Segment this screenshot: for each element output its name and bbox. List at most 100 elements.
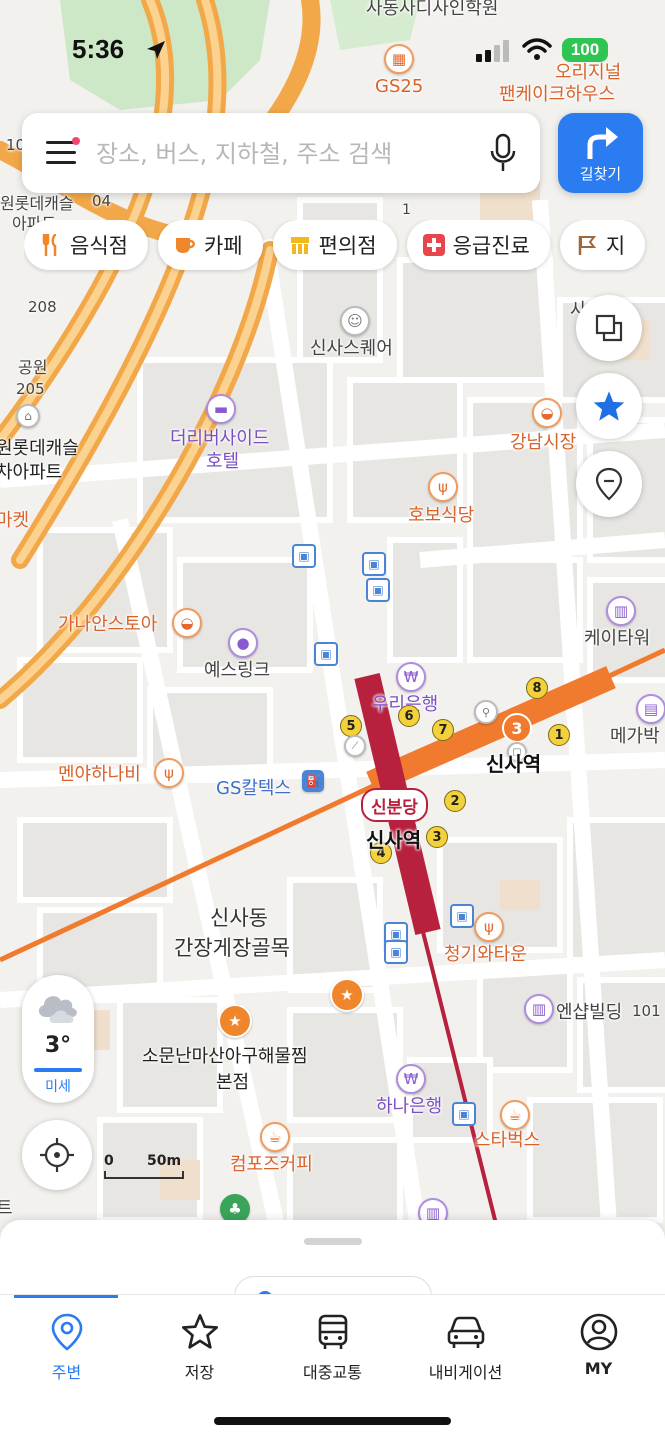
tab-label: MY bbox=[584, 1359, 613, 1378]
tab-saved[interactable]: 저장 bbox=[133, 1311, 266, 1391]
station-exit-2[interactable]: 2 bbox=[444, 790, 466, 812]
cafe-icon[interactable]: ☕ bbox=[260, 1122, 290, 1152]
bus-stop-icon[interactable]: ▣ bbox=[452, 1102, 476, 1126]
status-time: 5:36 bbox=[72, 34, 125, 64]
chip-convenience-store[interactable]: 편의점 bbox=[272, 220, 397, 270]
map-label-num-1: 1 bbox=[402, 202, 411, 218]
fork-knife-icon bbox=[40, 234, 62, 256]
map-label-riverside-2[interactable]: 호텔 bbox=[206, 447, 239, 473]
station-exit-6[interactable]: 6 bbox=[398, 705, 420, 727]
building-icon: ⌂ bbox=[16, 404, 40, 428]
map-label-sinsadong-2: 간장게장골목 bbox=[174, 936, 290, 960]
car-icon bbox=[447, 1316, 484, 1348]
sinbundang-line-badge[interactable]: 신분당 bbox=[361, 788, 428, 822]
star-icon bbox=[181, 1314, 218, 1349]
map-label-hobo[interactable]: 호보식당 bbox=[408, 501, 474, 527]
directions-button[interactable]: 길찾기 bbox=[558, 113, 643, 193]
map-label-k-tower[interactable]: 케이타워 bbox=[584, 624, 650, 650]
tab-label: 저장 bbox=[184, 1363, 215, 1382]
sheet-handle[interactable] bbox=[304, 1238, 362, 1245]
map-label-hana-bank[interactable]: 하나은행 bbox=[376, 1092, 442, 1118]
restaurant-icon[interactable]: ψ bbox=[474, 912, 504, 942]
chip-restaurant[interactable]: 음식점 bbox=[24, 220, 148, 270]
weather-widget[interactable]: 3° 미세 bbox=[22, 975, 94, 1103]
bottom-sheet[interactable] bbox=[0, 1220, 665, 1318]
escalator-icon: ⟋ bbox=[344, 735, 366, 757]
microphone-icon[interactable] bbox=[487, 133, 519, 173]
tab-my[interactable]: MY bbox=[532, 1311, 665, 1391]
tab-transit[interactable]: 대중교통 bbox=[266, 1311, 399, 1391]
bus-stop-icon[interactable]: ▣ bbox=[314, 642, 338, 666]
map-label-nsap[interactable]: 엔샵빌딩 bbox=[556, 998, 622, 1024]
favorites-button[interactable] bbox=[576, 373, 642, 439]
coffee-cup-icon bbox=[174, 234, 196, 256]
location-arrow-icon bbox=[147, 41, 165, 59]
search-bar[interactable] bbox=[22, 113, 540, 193]
chip-cafe[interactable]: 카페 bbox=[157, 220, 263, 270]
star-place-icon[interactable]: ★ bbox=[218, 1004, 252, 1038]
star-place-icon[interactable]: ★ bbox=[330, 978, 364, 1012]
map-label-somunnan-2[interactable]: 본점 bbox=[216, 1068, 249, 1094]
restaurant-icon[interactable]: ψ bbox=[154, 758, 184, 788]
bus-stop-icon[interactable]: ▣ bbox=[450, 904, 474, 928]
tab-navigation[interactable]: 내비게이션 bbox=[399, 1311, 532, 1391]
station-exit-1[interactable]: 1 bbox=[548, 724, 570, 746]
cinema-icon[interactable]: ▤ bbox=[636, 694, 665, 724]
tab-nearby[interactable]: 주변 bbox=[0, 1311, 133, 1391]
map-label-menya[interactable]: 멘야하나비 bbox=[58, 760, 141, 786]
current-location-button[interactable] bbox=[22, 1120, 92, 1190]
office-building-icon[interactable]: ▥ bbox=[606, 596, 636, 626]
map-label-somunnan-1[interactable]: 소문난마산아구해물찜 bbox=[142, 1042, 308, 1068]
map-label-sinsa-station-line3[interactable]: 신사역 bbox=[486, 748, 541, 777]
map-label-sinsa-square[interactable]: 신사스퀘어 bbox=[310, 334, 393, 360]
cloud-icon bbox=[38, 996, 77, 1023]
bus-stop-icon[interactable]: ▣ bbox=[292, 544, 316, 568]
map-label-gs-caltex[interactable]: GS칼텍스 bbox=[216, 774, 291, 800]
bus-stop-icon[interactable]: ▣ bbox=[366, 578, 390, 602]
map-label-megabox[interactable]: 메가박 bbox=[610, 722, 660, 748]
bus-stop-icon[interactable]: ▣ bbox=[384, 940, 408, 964]
scale-zero: 0 bbox=[104, 1153, 114, 1169]
map-label-compose[interactable]: 컴포즈커피 bbox=[230, 1150, 313, 1176]
line3-station-badge[interactable]: 3 bbox=[502, 713, 532, 743]
active-tab-indicator bbox=[14, 1295, 118, 1298]
market-icon[interactable]: ◒ bbox=[532, 398, 562, 428]
chip-label: 편의점 bbox=[318, 234, 377, 258]
menu-icon[interactable] bbox=[46, 137, 80, 165]
search-input[interactable] bbox=[94, 131, 468, 177]
station-exit-8[interactable]: 8 bbox=[526, 677, 548, 699]
bank-icon[interactable]: ₩ bbox=[396, 662, 426, 692]
hotel-icon[interactable]: ▬ bbox=[206, 394, 236, 424]
place-icon[interactable]: ● bbox=[228, 628, 258, 658]
tab-label: 내비게이션 bbox=[428, 1363, 503, 1382]
theater-icon[interactable]: ☺ bbox=[340, 306, 370, 336]
layers-button[interactable] bbox=[576, 295, 642, 361]
map-label-cheonggiwa[interactable]: 청기와타운 bbox=[444, 940, 527, 966]
chip-more[interactable]: 지 bbox=[559, 220, 646, 270]
tab-label: 주변 bbox=[51, 1363, 82, 1382]
map-label-school: 사동사디사인학원 bbox=[366, 0, 499, 19]
map-label-num-205: 205 bbox=[16, 380, 45, 398]
map-label-sinsa-station-sbd[interactable]: 신사역 bbox=[366, 824, 421, 853]
market-icon[interactable]: ◒ bbox=[172, 608, 202, 638]
map-label-gana[interactable]: 가나안스토아 bbox=[58, 610, 157, 636]
map-label-pancake-2[interactable]: 팬케이크하우스 bbox=[499, 80, 615, 106]
map-label-yes-link[interactable]: 예스링크 bbox=[204, 656, 270, 682]
pin-button[interactable] bbox=[576, 451, 642, 517]
air-quality-label: 미세 bbox=[45, 1079, 71, 1095]
restaurant-icon[interactable]: ψ bbox=[428, 472, 458, 502]
chip-label: 카페 bbox=[203, 234, 243, 258]
bank-icon[interactable]: ₩ bbox=[396, 1064, 426, 1094]
map-label-starbucks[interactable]: 스타벅스 bbox=[474, 1126, 540, 1152]
office-building-icon[interactable]: ▥ bbox=[524, 994, 554, 1024]
station-exit-7[interactable]: 7 bbox=[432, 719, 454, 741]
map-label-gs25[interactable]: GS25 bbox=[375, 76, 423, 97]
restroom-icon[interactable]: ⚲ bbox=[474, 700, 498, 724]
station-exit-3[interactable]: 3 bbox=[426, 826, 448, 848]
bus-stop-icon[interactable]: ▣ bbox=[362, 552, 386, 576]
station-exit-5[interactable]: 5 bbox=[340, 715, 362, 737]
chip-emergency[interactable]: 응급진료 bbox=[406, 220, 550, 270]
battery-indicator: 100 bbox=[562, 38, 608, 62]
gas-station-icon[interactable]: ⛽ bbox=[302, 770, 324, 792]
map-label-gangnam-market[interactable]: 강남시장 bbox=[510, 428, 576, 454]
